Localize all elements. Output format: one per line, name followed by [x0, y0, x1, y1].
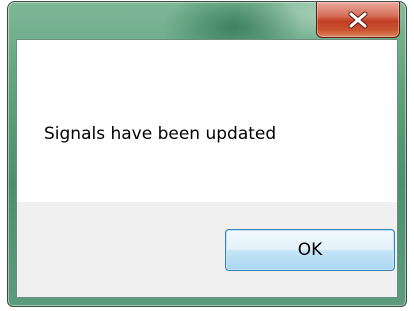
close-icon: [347, 11, 369, 29]
dialog-body: Signals have been updated OK: [16, 39, 398, 298]
close-button[interactable]: [316, 2, 400, 38]
dialog-window: Signals have been updated OK: [7, 1, 407, 307]
title-bar[interactable]: [8, 2, 406, 40]
ok-button[interactable]: OK: [225, 229, 395, 271]
message-text: Signals have been updated: [44, 124, 277, 144]
message-area: Signals have been updated: [17, 40, 397, 202]
